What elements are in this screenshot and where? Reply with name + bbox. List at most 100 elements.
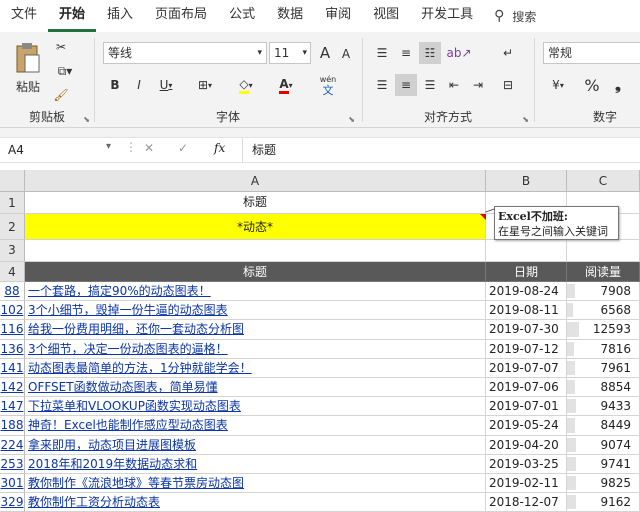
italic-button[interactable]: I: [129, 74, 149, 96]
tab-8[interactable]: 开发工具: [410, 0, 484, 32]
row-header-link[interactable]: 188: [0, 416, 25, 436]
reads-cell[interactable]: 6568: [567, 301, 640, 321]
search-box[interactable]: ⚲ 搜索: [494, 8, 536, 25]
article-title-link[interactable]: 3个小细节，毁掉一份牛逼的动态图表: [25, 301, 486, 321]
clipboard-launcher-icon[interactable]: ⬊: [83, 115, 90, 124]
header-reads-cell[interactable]: 阅读量: [567, 262, 640, 282]
reads-cell[interactable]: 9741: [567, 454, 640, 474]
reads-cell[interactable]: 8449: [567, 416, 640, 436]
tab-0[interactable]: 文件: [0, 0, 48, 32]
fill-color-button[interactable]: ◇ ▾: [231, 74, 261, 96]
date-cell[interactable]: 2019-04-20: [486, 435, 567, 455]
bold-button[interactable]: B: [105, 74, 125, 96]
tab-5[interactable]: 数据: [266, 0, 314, 32]
top-align-icon[interactable]: ☰: [371, 42, 393, 64]
reads-cell[interactable]: 9162: [567, 493, 640, 512]
increase-indent-icon[interactable]: ⇥: [467, 74, 489, 96]
row-header-link[interactable]: 301: [0, 474, 25, 494]
reads-cell[interactable]: 8854: [567, 378, 640, 398]
keyword-input-cell[interactable]: *动态*: [25, 214, 486, 240]
tab-3[interactable]: 页面布局: [144, 0, 218, 32]
reads-cell[interactable]: 7816: [567, 339, 640, 359]
date-cell[interactable]: 2019-07-12: [486, 339, 567, 359]
tab-2[interactable]: 插入: [96, 0, 144, 32]
row-header-link[interactable]: 88: [0, 282, 25, 302]
align-right-icon[interactable]: ☰: [419, 74, 441, 96]
row-header[interactable]: 4: [0, 262, 25, 282]
date-cell[interactable]: 2018-12-07: [486, 493, 567, 512]
article-title-link[interactable]: OFFSET函数做动态图表，简单易懂: [25, 378, 486, 398]
header-title-cell[interactable]: 标题: [25, 262, 486, 282]
format-painter-icon[interactable]: 🖌: [52, 86, 70, 104]
reads-cell[interactable]: 9825: [567, 474, 640, 494]
font-size-select[interactable]: 11 ▾: [269, 42, 311, 64]
cell[interactable]: [25, 240, 486, 262]
phonetic-guide-button[interactable]: wén 文: [315, 72, 341, 98]
article-title-link[interactable]: 动态图表最简单的方法，1分钟就能学会！: [25, 358, 486, 378]
middle-align-icon[interactable]: ≡: [395, 42, 417, 64]
formula-input[interactable]: 标题: [252, 141, 276, 159]
row-header-link[interactable]: 253: [0, 454, 25, 474]
column-header-a[interactable]: A: [25, 170, 486, 192]
article-title-link[interactable]: 拿来即用，动态项目进展图模板: [25, 435, 486, 455]
date-cell[interactable]: 2019-02-11: [486, 474, 567, 494]
reads-cell[interactable]: 12593: [567, 320, 640, 340]
row-header[interactable]: 1: [0, 192, 25, 214]
date-cell[interactable]: 2019-03-25: [486, 454, 567, 474]
percent-button[interactable]: %: [581, 74, 603, 96]
row-header-link[interactable]: 136: [0, 339, 25, 359]
column-header-b[interactable]: B: [486, 170, 567, 192]
date-cell[interactable]: 2019-08-24: [486, 282, 567, 302]
title-cell[interactable]: 标题: [25, 192, 486, 214]
bottom-align-icon[interactable]: ☷: [419, 42, 441, 64]
align-left-icon[interactable]: ☰: [371, 74, 393, 96]
tab-6[interactable]: 审阅: [314, 0, 362, 32]
select-all-corner[interactable]: [0, 170, 25, 192]
enter-icon[interactable]: ✓: [178, 141, 188, 155]
comma-style-icon[interactable]: ❟: [607, 74, 629, 96]
header-date-cell[interactable]: 日期: [486, 262, 567, 282]
font-color-button[interactable]: A ▾: [271, 74, 301, 96]
row-header-link[interactable]: 141: [0, 358, 25, 378]
font-launcher-icon[interactable]: ⬊: [348, 115, 355, 124]
article-title-link[interactable]: 教你制作工资分析动态表: [25, 493, 486, 512]
paste-button[interactable]: 粘贴: [10, 78, 46, 94]
row-header-link[interactable]: 147: [0, 397, 25, 417]
tab-4[interactable]: 公式: [218, 0, 266, 32]
align-center-icon[interactable]: ≡: [395, 74, 417, 96]
date-cell[interactable]: 2019-07-07: [486, 358, 567, 378]
tab-7[interactable]: 视图: [362, 0, 410, 32]
copy-icon[interactable]: ⧉▾: [52, 62, 78, 80]
row-header-link[interactable]: 224: [0, 435, 25, 455]
article-title-link[interactable]: 给我一份费用明细，还你一套动态分析图: [25, 320, 486, 340]
decrease-font-size-button[interactable]: A: [337, 44, 355, 64]
cancel-icon[interactable]: ✕: [144, 141, 154, 155]
article-title-link[interactable]: 3个细节，决定一份动态图表的逼格！: [25, 339, 486, 359]
increase-font-size-button[interactable]: A: [315, 42, 335, 64]
row-header-link[interactable]: 142: [0, 378, 25, 398]
cell[interactable]: [486, 240, 567, 262]
currency-button[interactable]: ¥ ▾: [543, 74, 573, 96]
merge-center-icon[interactable]: ⊟: [497, 74, 519, 96]
borders-button[interactable]: ⊞ ▾: [191, 74, 219, 96]
row-header-link[interactable]: 102: [0, 301, 25, 321]
row-header-link[interactable]: 329: [0, 493, 25, 512]
article-title-link[interactable]: 一个套路，搞定90%的动态图表！: [25, 282, 486, 302]
article-title-link[interactable]: 教你制作《流浪地球》等春节票房动态图: [25, 474, 486, 494]
reads-cell[interactable]: 7908: [567, 282, 640, 302]
article-title-link[interactable]: 2018年和2019年数据动态求和: [25, 454, 486, 474]
row-header[interactable]: 2: [0, 214, 25, 240]
alignment-launcher-icon[interactable]: ⬊: [522, 115, 529, 124]
cell[interactable]: [567, 240, 640, 262]
date-cell[interactable]: 2019-05-24: [486, 416, 567, 436]
underline-button[interactable]: U ▾: [153, 74, 179, 96]
wrap-text-icon[interactable]: ↵: [497, 42, 519, 64]
article-title-link[interactable]: 神奇！Excel也能制作感应型动态图表: [25, 416, 486, 436]
date-cell[interactable]: 2019-07-30: [486, 320, 567, 340]
date-cell[interactable]: 2019-07-01: [486, 397, 567, 417]
reads-cell[interactable]: 9433: [567, 397, 640, 417]
row-header[interactable]: 3: [0, 240, 25, 262]
article-title-link[interactable]: 下拉菜单和VLOOKUP函数实现动态图表: [25, 397, 486, 417]
insert-function-icon[interactable]: fx: [214, 141, 225, 155]
reads-cell[interactable]: 9074: [567, 435, 640, 455]
